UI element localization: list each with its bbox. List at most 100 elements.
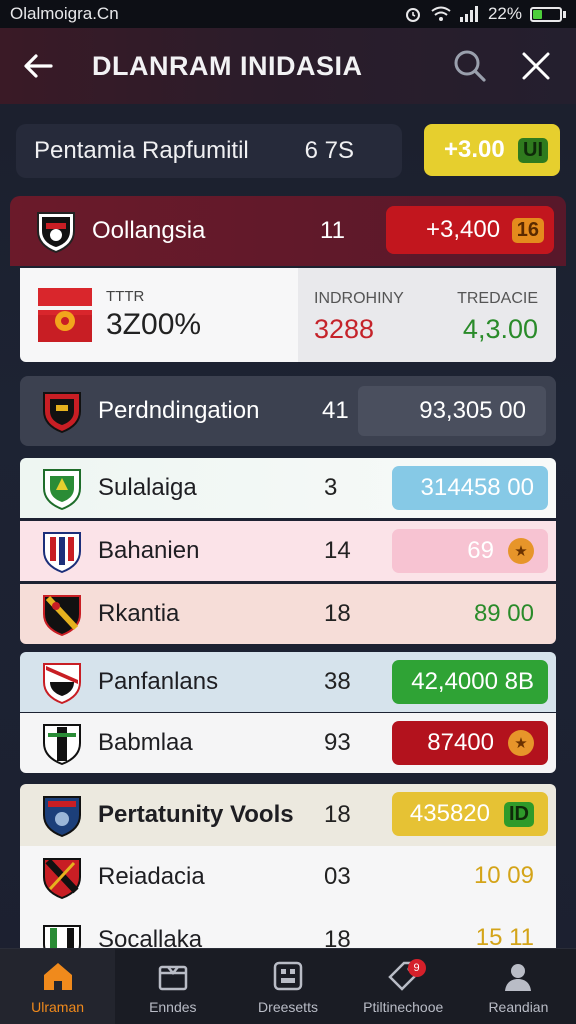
profile-icon (505, 963, 532, 991)
team-name: Oollangsia (92, 217, 206, 244)
carrier-text: Olalmoigra.Cn (10, 4, 119, 23)
nav-label: Enndes (149, 998, 197, 1015)
stats-panel: INDROHINY 3288 TREDACIE 4,3.00 (298, 268, 556, 362)
summary-badge-button[interactable]: +3.00 UI (424, 124, 560, 176)
team-name: Panfanlans (98, 668, 219, 695)
odds-value: 89 00 (473, 600, 534, 627)
back-button[interactable] (18, 46, 58, 86)
odds-value: 93,305 00 (419, 397, 526, 424)
featured-odds-button[interactable]: +3,400 16 (386, 206, 554, 254)
wifi-icon (431, 6, 451, 21)
close-button[interactable] (514, 44, 558, 88)
home-icon (43, 962, 72, 990)
team-number: 03 (324, 863, 351, 890)
odds-tag: ID (504, 801, 534, 827)
summary-label: Pentamia Rapfumitil (34, 137, 249, 164)
odds-value: 314458 00 (420, 474, 534, 501)
summary-badge-value: +3.00 (444, 136, 505, 163)
board-icon (273, 961, 303, 990)
nav-label: Ptiltinechooe (363, 998, 444, 1015)
flag-icon (38, 288, 92, 342)
team-crest-icon (43, 392, 81, 433)
summary-value: 6 7S (304, 137, 354, 164)
battery-icon (530, 6, 566, 22)
team-number: 3 (324, 474, 338, 501)
team-crest-icon (43, 663, 81, 704)
team-row[interactable]: Sulalaiga 3 314458 00 (20, 458, 556, 518)
odds-value: 15 11 (475, 924, 534, 948)
nav-label: Ulraman (31, 998, 85, 1015)
stats-small-label: TTTR (106, 288, 145, 305)
team-row[interactable]: Rkantia 18 89 00 (20, 584, 556, 644)
odds-button[interactable]: 314458 00 (392, 466, 548, 510)
odds-button[interactable]: 10 09 (392, 854, 548, 898)
summary-bar: Pentamia Rapfumitil 6 7S (16, 124, 402, 178)
team-crest-icon (43, 532, 81, 573)
coin-icon: ★ (508, 730, 534, 756)
close-icon (522, 52, 550, 80)
odds-value: 435820 (409, 800, 490, 827)
team-row[interactable]: Pertatunity Vools 18 435820 ID (20, 784, 556, 846)
team-crest-icon (43, 469, 81, 510)
odds-button[interactable]: 87400 ★ (392, 721, 548, 765)
team-number: 18 (324, 801, 351, 828)
team-name: Sulalaiga (98, 474, 197, 501)
nav-label: Reandian (488, 998, 549, 1015)
team-number: 18 (324, 600, 351, 627)
search-button[interactable] (448, 44, 492, 88)
stat2-value: 4,3.00 (462, 314, 538, 344)
odds-value: 10 09 (473, 862, 534, 889)
featured-odds-tag: 16 (511, 217, 544, 243)
odds-button[interactable]: 435820 ID (392, 792, 548, 836)
team-number: 93 (324, 729, 351, 756)
status-icons: 22% (404, 4, 566, 24)
team-name: Socallaka (98, 926, 203, 948)
odds-value: 87400 (427, 729, 494, 756)
team-crest-icon (43, 595, 81, 636)
summary-badge-tag: UI (518, 137, 548, 163)
featured-odds-value: +3,400 (426, 216, 501, 243)
page-title: DLANRAM INIDASIA (92, 50, 363, 81)
nav-item-home[interactable]: Ulraman (0, 949, 116, 1024)
odds-button[interactable]: 15 11 (392, 916, 548, 948)
team-name: Rkantia (98, 600, 180, 627)
team-crest-icon (37, 212, 75, 253)
team-number: 38 (324, 668, 351, 695)
box-icon (158, 965, 188, 990)
team-name: Babmlaa (98, 729, 193, 756)
team-number: 14 (324, 537, 351, 564)
signal-icon (459, 6, 478, 22)
stats-card: TTTR 3Z00% INDROHINY 3288 TREDACIE 4,3.0… (20, 268, 556, 362)
notification-badge: 9 (407, 959, 426, 977)
team-crest-icon (43, 858, 81, 899)
team-name: Reiadacia (98, 863, 205, 890)
stat2-label: TREDACIE (457, 290, 538, 307)
team-crest-icon (43, 796, 81, 837)
team-number: 41 (322, 397, 349, 424)
featured-team-row[interactable]: Oollangsia 11 +3,400 16 (10, 196, 566, 266)
nav-item-profile[interactable]: Reandian (461, 949, 576, 1024)
alarm-icon (405, 8, 420, 22)
team-row-highlighted[interactable]: Perdndingation 41 93,305 00 (20, 376, 556, 446)
team-name: Perdndingation (98, 397, 260, 424)
odds-button[interactable]: 93,305 00 (358, 386, 546, 436)
stats-percentage: 3Z00% (106, 308, 202, 341)
nav-item-promotions[interactable]: 9 Ptiltinechooe (346, 949, 461, 1024)
team-number: 18 (324, 926, 351, 948)
nav-item-events[interactable]: Enndes (115, 949, 230, 1024)
odds-button[interactable]: 42,4000 8B (392, 660, 548, 704)
nav-item-boards[interactable]: Dreesetts (230, 949, 345, 1024)
odds-button[interactable]: 69 ★ (392, 529, 548, 573)
status-bar: Olalmoigra.Cn 22% (0, 0, 576, 28)
team-crest-icon (43, 724, 81, 765)
coin-icon: ★ (508, 538, 534, 564)
team-row[interactable]: Babmlaa 93 87400 ★ (20, 713, 556, 773)
team-row[interactable]: Bahanien 14 69 ★ (20, 521, 556, 581)
team-row[interactable]: Reiadacia 03 10 09 (20, 846, 556, 908)
team-row[interactable]: Panfanlans 38 42,4000 8B (20, 652, 556, 712)
back-arrow-icon (24, 54, 53, 78)
odds-button[interactable]: 89 00 (392, 592, 548, 636)
team-row[interactable]: Socallaka 18 15 11 (20, 908, 556, 948)
odds-value: 42,4000 8B (411, 668, 534, 695)
team-number: 11 (320, 217, 345, 244)
